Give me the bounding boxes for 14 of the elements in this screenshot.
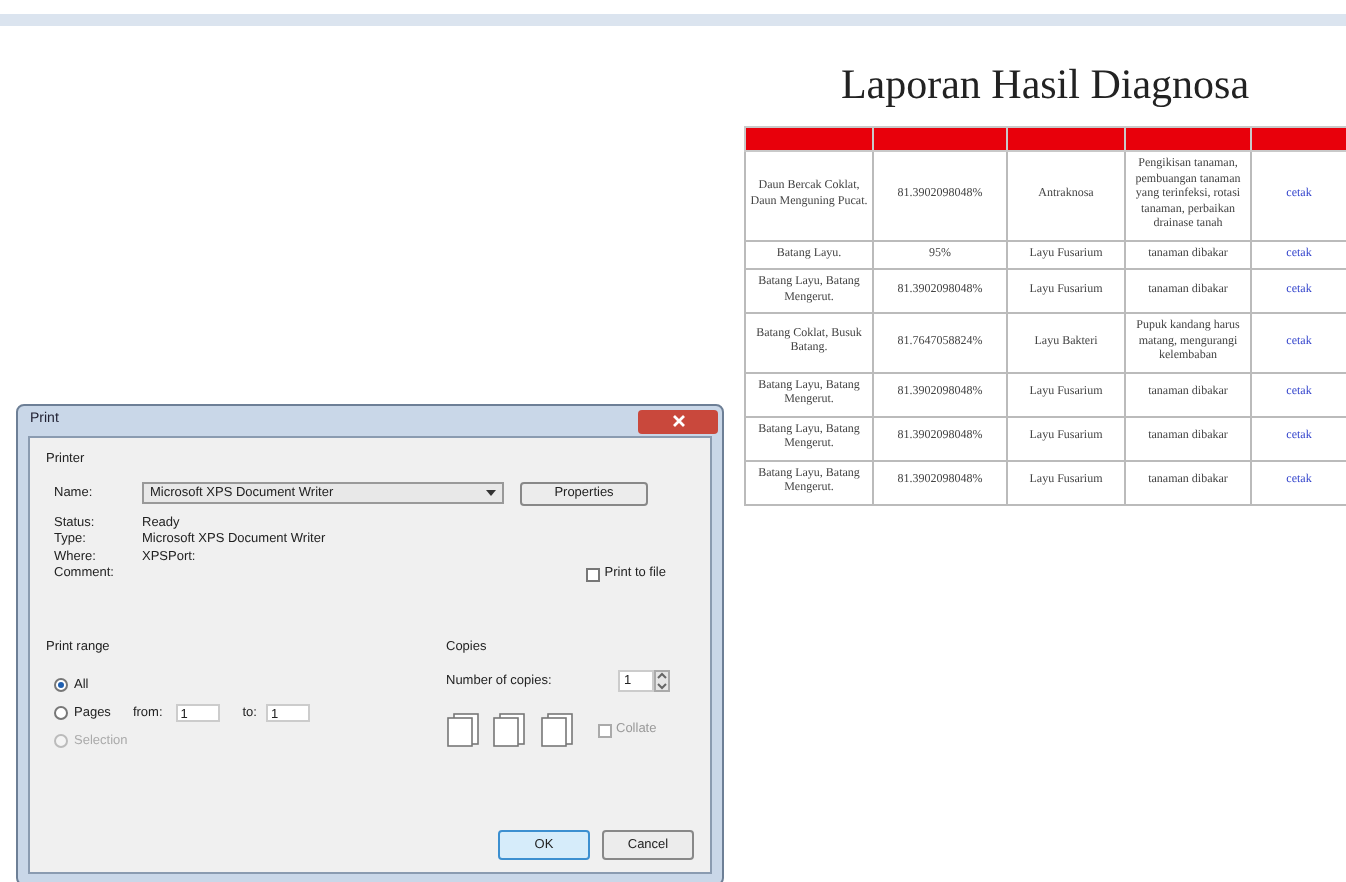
radio-button[interactable] [54,678,68,692]
radio-button[interactable] [54,706,68,720]
spinner-icon[interactable] [654,670,670,692]
checkbox[interactable] [598,723,612,737]
caret-icon [486,490,496,497]
close-button[interactable] [638,409,718,433]
page-title: Laporan Hasil Diagnosa [838,58,1252,110]
close-icon [671,414,685,428]
header-cell [745,127,873,151]
header-cell [873,127,1007,151]
checkbox[interactable] [586,567,601,582]
header-cell [1251,127,1346,151]
header-cell [1125,127,1251,151]
header-cell [1007,127,1125,151]
